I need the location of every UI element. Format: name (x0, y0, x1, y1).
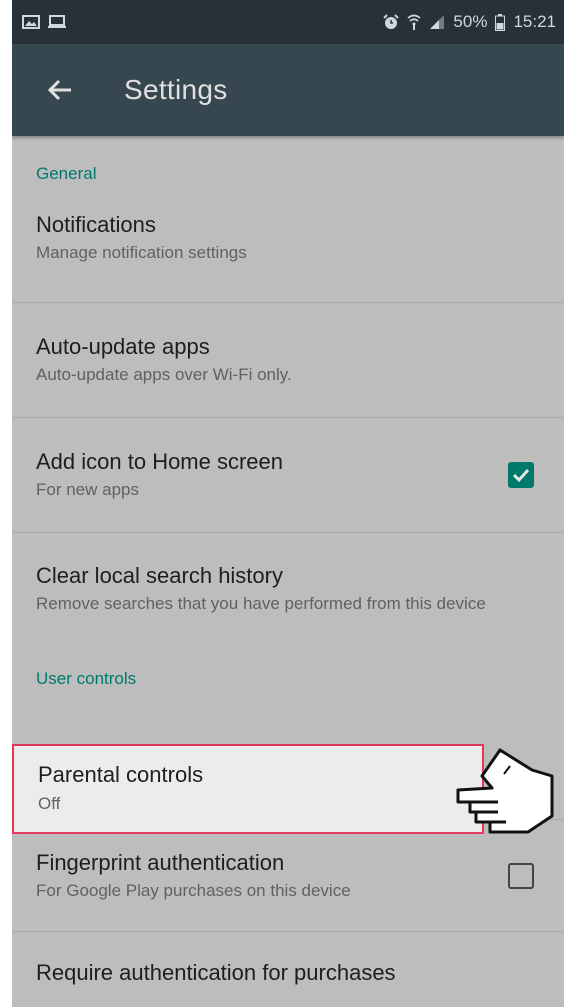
setting-title: Fingerprint authentication (36, 849, 285, 875)
page-title: Settings (124, 74, 228, 105)
setting-texts: Auto-update apps Auto-update apps over W… (36, 332, 292, 388)
pointing-hand-icon (456, 748, 554, 834)
setting-subtitle: For new apps (36, 480, 139, 499)
phone-screen: 50% 15:21 Settings General Notifications… (12, 0, 564, 1007)
fingerprint-checkbox[interactable] (508, 862, 534, 889)
setting-title: Notifications (36, 212, 156, 237)
parental-controls-highlight[interactable]: Parental controls Off (12, 744, 484, 834)
back-button[interactable] (40, 70, 80, 110)
setting-subtitle: For Google Play purchases on this device (36, 880, 351, 900)
setting-auto-update-apps[interactable]: Auto-update apps Auto-update apps over W… (12, 303, 564, 418)
status-right: 50% 15:21 (383, 12, 556, 32)
app-toolbar: Settings (12, 44, 564, 136)
status-left (22, 15, 66, 29)
setting-add-icon-home-screen[interactable]: Add icon to Home screen For new apps (12, 418, 564, 533)
image-notification-icon (22, 15, 40, 29)
status-bar: 50% 15:21 (12, 0, 564, 44)
setting-title: Auto-update apps (36, 334, 210, 359)
setting-title: Clear local search history (36, 563, 283, 588)
arrow-left-icon (47, 79, 71, 101)
setting-title: Require authentication for purchases (36, 960, 396, 985)
add-icon-checkbox[interactable] (508, 462, 534, 488)
alarm-icon (383, 14, 400, 29)
setting-subtitle: Remove searches that you have performed … (36, 594, 486, 613)
wifi-icon (407, 14, 421, 30)
setting-title: Add icon to Home screen (36, 449, 284, 474)
setting-texts: Clear local search history Remove search… (36, 561, 486, 617)
setting-notifications[interactable]: Notifications Manage notification settin… (12, 202, 564, 303)
setting-require-authentication[interactable]: Require authentication for purchases (12, 932, 564, 1007)
parental-controls-subtitle: Off (38, 794, 61, 813)
clock: 15:21 (513, 12, 556, 31)
setting-texts: Notifications Manage notification settin… (36, 210, 247, 266)
setting-texts: Add icon to Home screen For new apps (36, 447, 283, 503)
signal-icon (430, 15, 445, 29)
setting-texts: Require authentication for purchases (36, 958, 396, 988)
settings-list: General Notifications Manage notificatio… (12, 136, 564, 1007)
setting-subtitle: Manage notification settings (36, 243, 247, 262)
section-header-user-controls: User controls (36, 669, 137, 688)
setting-texts: Fingerprint authentication For Google Pl… (36, 848, 351, 904)
setting-clear-search-history[interactable]: Clear local search history Remove search… (12, 533, 564, 657)
battery-icon (495, 13, 506, 31)
checkmark-icon (512, 468, 530, 483)
setting-subtitle: Auto-update apps over Wi-Fi only. (36, 365, 292, 384)
screen-notification-icon (48, 15, 66, 28)
battery-percentage: 50% (453, 12, 488, 31)
parental-controls-title: Parental controls (38, 762, 204, 787)
section-header-general: General (36, 164, 97, 183)
